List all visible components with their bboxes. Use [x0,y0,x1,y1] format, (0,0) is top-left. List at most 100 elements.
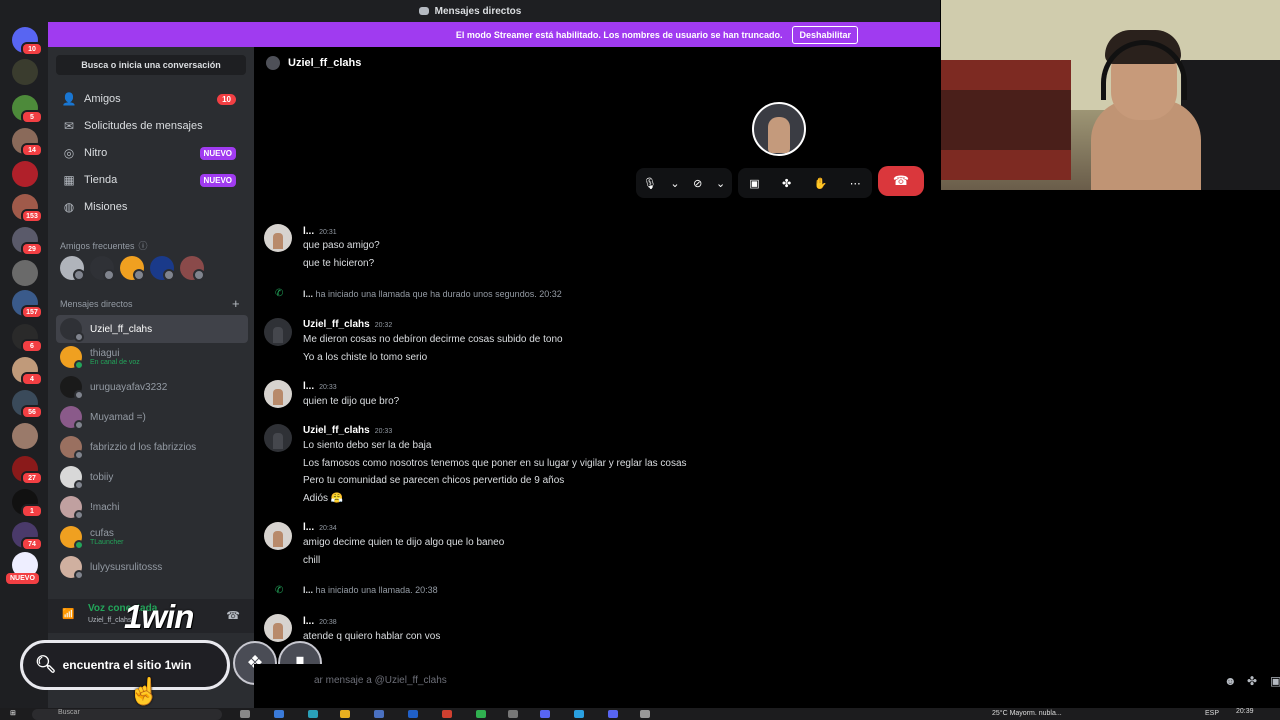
server-icon[interactable]: 29 [12,227,43,256]
more-options-icon[interactable]: ⋯ [850,177,861,190]
call-participant-avatar[interactable] [752,102,806,156]
clock[interactable]: 20:39 [1236,708,1254,715]
message-text: quien te dijo que bro? [303,396,400,407]
nav-friends[interactable]: 👤 Amigos 10 [56,87,246,111]
quests-icon: ◍ [63,200,75,214]
dm-item[interactable]: thiagui En canal de voz [56,343,248,371]
server-icon[interactable] [12,423,38,449]
avatar [264,424,292,452]
settings-icon[interactable] [640,710,650,718]
window-titlebar: Mensajes directos [0,0,940,22]
message-text: atende q quiero hablar con vos [303,631,441,642]
language-indicator[interactable]: ESP [1205,710,1219,717]
avatar [60,526,84,550]
nav-message-requests[interactable]: ✉ Solicitudes de mensajes [56,114,246,138]
dm-item[interactable]: lulyysusrulitosss [56,553,248,581]
message-text: Los famosos como nosotros tenemos que po… [303,458,687,469]
avatar [60,406,84,430]
frequent-friend-avatar[interactable] [90,256,115,281]
frequent-friend-avatar[interactable] [180,256,205,281]
message-composer[interactable]: ar mensaje a @Uziel_ff_clahs ☻ ✤ ▣ [254,664,1280,698]
nav-label: Nitro [84,147,108,159]
server-icon[interactable]: 153 [12,194,43,223]
edge-icon[interactable] [408,710,418,718]
message-input[interactable]: ar mensaje a @Uziel_ff_clahs [314,675,447,686]
file-explorer-icon[interactable] [340,710,350,718]
shop-icon: ▦ [63,173,75,187]
disable-streamer-button[interactable]: Deshabilitar [792,25,858,44]
emoji-icon[interactable]: ☻ [1224,674,1237,688]
frequent-friend-avatar[interactable] [150,256,175,281]
disconnect-icon[interactable]: ☎ [226,609,240,622]
server-icon[interactable]: 27 [12,456,43,485]
dm-item[interactable]: cufas TLauncher [56,523,248,551]
phone-call-icon: ✆ [275,288,284,299]
avatar [264,522,292,550]
weather-widget[interactable]: 25°C Mayorm. nubla... [992,710,1062,717]
server-icon[interactable]: 6 [12,324,43,353]
frequent-friend-avatar[interactable] [60,256,85,281]
avatar [264,614,292,642]
chrome-icon[interactable] [442,710,452,718]
conversation-search-button[interactable]: Busca o inicia una conversación [56,55,246,75]
screen-share-icon[interactable]: ▣ [749,177,759,190]
frequent-friend-avatar[interactable] [120,256,145,281]
server-rail: 10 5 14 153 29 157 6 4 56 27 1 74 NUEVO [0,22,48,712]
app-icon[interactable] [274,710,284,718]
dm-item[interactable]: fabrizzio d los fabrizzios [56,433,248,461]
nav-label: Misiones [84,201,128,213]
chevron-down-icon[interactable]: ⌄ [716,177,725,190]
telegram-icon[interactable] [574,710,584,718]
message-text: Lo siento debo ser la de baja [303,440,432,451]
dm-item[interactable]: !machi [56,493,248,521]
new-tag: NUEVO [199,146,236,160]
dm-item[interactable]: tobiiy [56,463,248,491]
home-button[interactable]: 10 [12,27,43,56]
nav-quests[interactable]: ◍ Misiones [56,195,246,219]
message-text: Pero tu comunidad se parecen chicos perv… [303,475,565,486]
whatsapp-icon[interactable] [476,710,486,718]
new-tag: NUEVO [199,173,236,187]
activities-icon[interactable]: ✤ [782,177,791,190]
envelope-icon: ✉ [63,119,75,133]
phone-icon: ☎ [892,173,910,188]
message-text: Adiós 😤 [303,493,344,504]
nav-label: Solicitudes de mensajes [84,120,203,132]
create-dm-plus-icon[interactable]: + [232,296,240,311]
windows-start-icon[interactable]: ⊞ [10,709,16,717]
server-icon[interactable]: 56 [12,390,43,419]
taskbar-search[interactable]: Buscar [32,709,222,720]
avatar [60,496,84,520]
camera-off-icon[interactable]: ⊘ [693,177,702,190]
nav-shop[interactable]: ▦ Tienda NUEVO [56,168,246,192]
server-icon[interactable] [12,260,38,286]
hang-up-button[interactable]: ☎ [878,166,924,196]
system-message: l... ha iniciado una llamada que ha dura… [303,289,562,299]
app-icon[interactable] [608,710,618,718]
server-icon[interactable]: 157 [12,290,43,319]
nav-label: Amigos [84,93,121,105]
server-icon[interactable]: 4 [12,357,43,386]
chevron-down-icon[interactable]: ⌄ [670,177,679,190]
window-title: Mensajes directos [434,5,522,17]
discord-icon[interactable] [540,710,550,718]
nav-nitro[interactable]: ◎ Nitro NUEVO [56,141,246,165]
dm-item[interactable]: Uziel_ff_clahs [56,315,248,343]
server-icon[interactable]: 1 [12,489,43,518]
microphone-icon[interactable]: 🎙 [643,177,657,190]
server-icon[interactable] [12,161,38,187]
hand-cursor-icon: ☝ [128,676,161,706]
app-icon[interactable] [374,710,384,718]
server-icon[interactable]: 14 [12,128,43,157]
app-icon[interactable] [508,710,518,718]
soundboard-icon[interactable]: ✋ [814,177,828,190]
dm-item[interactable]: uruguayafav3232 [56,373,248,401]
task-view-icon[interactable] [240,710,250,718]
app-icon[interactable] [308,710,318,718]
server-icon[interactable] [12,59,38,85]
server-icon[interactable]: 5 [12,95,43,124]
more-icon[interactable]: ▣ [1270,674,1280,688]
dm-item[interactable]: Muyamad =) [56,403,248,431]
server-icon[interactable]: 74 [12,522,43,551]
apps-icon[interactable]: ✤ [1247,674,1257,688]
